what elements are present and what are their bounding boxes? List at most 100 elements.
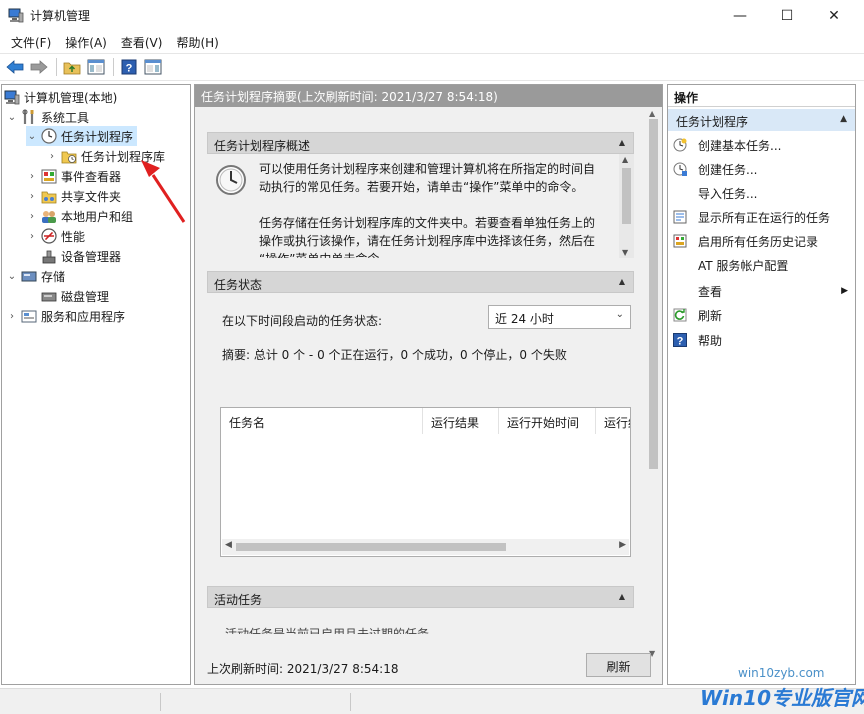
section-title: 任务计划程序 bbox=[676, 115, 749, 129]
scroll-right-icon[interactable]: ▶ bbox=[619, 540, 626, 550]
tree-label: 任务计划程序 bbox=[61, 129, 134, 144]
users-icon bbox=[41, 208, 57, 224]
overview-paragraph-2: 任务存储在任务计划程序库的文件夹中。若要查看单独任务上的 操作或执行该操作，请在… bbox=[259, 214, 619, 258]
task-status-section-header[interactable]: 任务状态 ▲ bbox=[207, 271, 634, 293]
section-title: 活动任务 bbox=[214, 593, 263, 607]
menu-help[interactable]: 帮助(H) bbox=[169, 31, 225, 53]
help-button[interactable]: ? bbox=[118, 56, 140, 78]
summary-vertical-scrollbar[interactable]: ▲ ▼ bbox=[645, 107, 662, 660]
chevron-right-icon[interactable]: › bbox=[26, 191, 38, 202]
tree-node-disk-management[interactable]: 磁盘管理 bbox=[41, 286, 109, 306]
overview-text-line: 操作或执行该操作，请在任务计划程序库中选择该任务，然后在 bbox=[259, 234, 596, 248]
toolbar: ? bbox=[0, 53, 864, 81]
overview-text-line: 可以使用任务计划程序来创建和管理计算机将在所指定的时间自 bbox=[259, 162, 596, 176]
chevron-right-icon[interactable]: › bbox=[26, 231, 38, 242]
blank-icon bbox=[672, 257, 688, 273]
show-hide-action-pane-button[interactable] bbox=[142, 56, 164, 78]
action-at-service-account[interactable]: AT 服务帐户配置 bbox=[672, 255, 852, 275]
scroll-thumb[interactable] bbox=[622, 168, 631, 224]
tree-node-event-viewer[interactable]: › 事件查看器 bbox=[26, 166, 121, 186]
title-bar: 计算机管理 — ☐ ✕ bbox=[0, 0, 864, 31]
chevron-right-icon[interactable]: › bbox=[26, 211, 38, 222]
active-tasks-section-header[interactable]: 活动任务 ▲ bbox=[207, 586, 634, 608]
create-task-icon bbox=[672, 161, 688, 177]
services-icon bbox=[21, 308, 37, 324]
forward-arrow-icon bbox=[30, 60, 48, 74]
action-label: 导入任务... bbox=[698, 186, 758, 201]
blank-icon bbox=[672, 185, 688, 201]
running-tasks-icon bbox=[672, 209, 688, 225]
scroll-up-icon[interactable]: ▲ bbox=[622, 155, 628, 164]
task-status-table: 任务名 运行结果 运行开始时间 运行结 ◀ ▶ bbox=[220, 407, 631, 557]
up-one-level-button[interactable] bbox=[61, 56, 83, 78]
action-create-basic-task[interactable]: 创建基本任务... bbox=[672, 135, 852, 155]
tree-node-storage[interactable]: ⌄ 存储 bbox=[6, 266, 65, 286]
watermark-url: win10zyb.com bbox=[738, 666, 825, 680]
scroll-up-icon[interactable]: ▲ bbox=[649, 109, 655, 118]
chevron-right-icon[interactable]: › bbox=[26, 171, 38, 182]
overview-paragraph-1: 可以使用任务计划程序来创建和管理计算机将在所指定的时间自 动执行的常见任务。若要… bbox=[259, 160, 619, 196]
action-display-running-tasks[interactable]: 显示所有正在运行的任务 bbox=[672, 207, 852, 227]
task-scheduler-summary-pane: 任务计划程序摘要(上次刷新时间: 2021/3/27 8:54:18) 任务计划… bbox=[194, 84, 663, 685]
section-title: 任务状态 bbox=[214, 278, 263, 292]
action-view[interactable]: 查看 ▶ bbox=[672, 281, 852, 301]
chevron-right-icon[interactable]: › bbox=[46, 151, 58, 162]
performance-icon bbox=[41, 228, 57, 244]
action-enable-task-history[interactable]: 启用所有任务历史记录 bbox=[672, 231, 852, 251]
column-header-task-name[interactable]: 任务名 bbox=[221, 408, 423, 434]
tree-label: 系统工具 bbox=[41, 110, 90, 125]
overview-section-header[interactable]: 任务计划程序概述 ▲ bbox=[207, 132, 634, 154]
table-horizontal-scrollbar[interactable]: ◀ ▶ bbox=[222, 539, 629, 555]
scroll-thumb[interactable] bbox=[236, 543, 506, 551]
forward-button[interactable] bbox=[28, 56, 50, 78]
action-label: 创建任务... bbox=[698, 162, 758, 177]
minimize-button[interactable]: — bbox=[717, 0, 763, 31]
action-import-task[interactable]: 导入任务... bbox=[672, 183, 852, 203]
maximize-button[interactable]: ☐ bbox=[764, 0, 810, 31]
menu-view[interactable]: 查看(V) bbox=[114, 31, 170, 53]
collapse-icon[interactable]: ▲ bbox=[619, 592, 625, 601]
menu-file[interactable]: 文件(F) bbox=[4, 31, 58, 53]
tree-node-system-tools[interactable]: ⌄ 系统工具 bbox=[6, 107, 89, 127]
tree-node-task-scheduler-library[interactable]: › 任务计划程序库 bbox=[46, 146, 165, 166]
tree-node-computer-management[interactable]: 计算机管理(本地) bbox=[4, 87, 117, 107]
close-button[interactable]: ✕ bbox=[811, 0, 857, 31]
tree-node-performance[interactable]: › 性能 bbox=[26, 226, 85, 246]
action-refresh[interactable]: 刷新 bbox=[672, 305, 852, 325]
overview-scrollbar[interactable]: ▲ ▼ bbox=[619, 154, 634, 258]
chevron-down-icon[interactable]: ⌄ bbox=[26, 131, 38, 142]
help-icon: ? bbox=[121, 59, 137, 75]
scroll-left-icon[interactable]: ◀ bbox=[225, 540, 232, 550]
tree-node-shared-folders[interactable]: › 共享文件夹 bbox=[26, 186, 121, 206]
refresh-button[interactable]: 刷新 bbox=[586, 653, 651, 677]
collapse-icon[interactable]: ▲ bbox=[840, 114, 847, 124]
tree-node-task-scheduler[interactable]: ⌄ 任务计划程序 bbox=[26, 126, 138, 146]
action-create-task[interactable]: 创建任务... bbox=[672, 159, 852, 179]
actions-section-task-scheduler[interactable]: 任务计划程序 ▲ bbox=[668, 109, 855, 131]
actions-header: 操作 bbox=[668, 85, 855, 107]
scroll-down-icon[interactable]: ▼ bbox=[622, 248, 628, 257]
chevron-down-icon: ⌄ bbox=[615, 309, 624, 320]
tree-node-local-users[interactable]: › 本地用户和组 bbox=[26, 206, 133, 226]
column-header-run-result[interactable]: 运行结果 bbox=[423, 408, 499, 434]
scroll-thumb[interactable] bbox=[649, 119, 658, 469]
help-icon: ? bbox=[672, 332, 688, 348]
collapse-icon[interactable]: ▲ bbox=[619, 277, 625, 286]
status-period-select[interactable]: 近 24 小时 ⌄ bbox=[488, 305, 631, 329]
tree-node-services-apps[interactable]: › 服务和应用程序 bbox=[6, 306, 125, 326]
action-help[interactable]: ? 帮助 bbox=[672, 330, 852, 350]
tree-node-device-manager[interactable]: 设备管理器 bbox=[41, 246, 121, 266]
chevron-down-icon[interactable]: ⌄ bbox=[6, 271, 18, 282]
column-header-run-start[interactable]: 运行开始时间 bbox=[499, 408, 596, 434]
chevron-down-icon[interactable]: ⌄ bbox=[6, 112, 18, 123]
menu-action[interactable]: 操作(A) bbox=[58, 31, 114, 53]
show-hide-tree-button[interactable] bbox=[85, 56, 107, 78]
action-label: 启用所有任务历史记录 bbox=[698, 234, 819, 249]
column-header-run-end[interactable]: 运行结 bbox=[596, 408, 630, 434]
back-button[interactable] bbox=[4, 56, 26, 78]
chevron-right-icon[interactable]: › bbox=[6, 311, 18, 322]
collapse-icon[interactable]: ▲ bbox=[619, 138, 625, 147]
summary-footer: 上次刷新时间: 2021/3/27 8:54:18 刷新 bbox=[195, 648, 651, 684]
status-separator bbox=[160, 693, 161, 711]
overview-text-line: 任务存储在任务计划程序库的文件夹中。若要查看单独任务上的 bbox=[259, 216, 596, 230]
